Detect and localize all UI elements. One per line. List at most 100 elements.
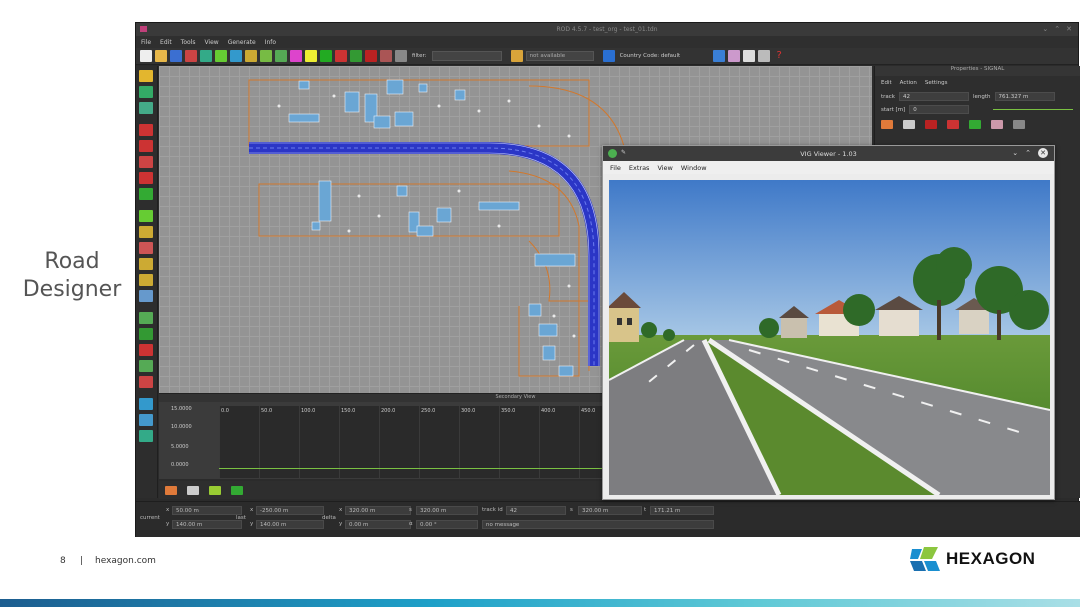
signal-type-icon[interactable] bbox=[947, 120, 959, 129]
superelevation-tool-icon[interactable] bbox=[290, 50, 302, 62]
tree-tool-icon[interactable] bbox=[350, 50, 362, 62]
lane-section-icon[interactable] bbox=[139, 210, 153, 222]
spiral-tool-icon[interactable] bbox=[139, 140, 153, 152]
footer-url[interactable]: hexagon.com bbox=[95, 556, 156, 566]
vig-maximize-icon[interactable]: ⌃ bbox=[1025, 149, 1031, 157]
vegetation-icon[interactable] bbox=[139, 328, 153, 340]
availability-field[interactable]: not available bbox=[525, 51, 594, 61]
zoom-fit-icon[interactable] bbox=[139, 274, 153, 286]
delta-y-field[interactable]: 0.00 m bbox=[345, 520, 411, 529]
tunnel-icon[interactable] bbox=[395, 50, 407, 62]
lane-tool-icon[interactable] bbox=[215, 50, 227, 62]
current-y-field[interactable]: 140.00 m bbox=[172, 520, 242, 529]
circle-tool-icon[interactable] bbox=[139, 124, 153, 136]
select-tool-icon[interactable] bbox=[139, 70, 153, 82]
menu-generate[interactable]: Generate bbox=[228, 39, 256, 46]
layer-icon[interactable] bbox=[139, 398, 153, 410]
junction-tool-icon[interactable] bbox=[230, 50, 242, 62]
shape-tool-icon[interactable] bbox=[275, 50, 287, 62]
signal-type-icon[interactable] bbox=[1013, 120, 1025, 129]
start-slider[interactable] bbox=[993, 109, 1074, 110]
delta-x-field[interactable]: 320.00 m bbox=[345, 506, 411, 515]
signal-type-icon[interactable] bbox=[881, 120, 893, 129]
tab-shape-icon[interactable] bbox=[231, 485, 243, 495]
props-menu-edit[interactable]: Edit bbox=[881, 80, 892, 86]
zoom-in-icon[interactable] bbox=[139, 242, 153, 254]
help-icon[interactable]: ? bbox=[773, 50, 785, 62]
hexagon-logo-text: HEXAGON bbox=[946, 549, 1036, 568]
tab-crossfall-icon[interactable] bbox=[209, 485, 221, 495]
terrain-icon[interactable] bbox=[139, 414, 153, 426]
signal-type-icon[interactable] bbox=[903, 120, 915, 129]
curve-tool-icon[interactable] bbox=[139, 156, 153, 168]
vig-menu-extras[interactable]: Extras bbox=[629, 164, 650, 172]
cone-icon[interactable] bbox=[380, 50, 392, 62]
filter-input[interactable] bbox=[431, 51, 502, 61]
globe-icon[interactable] bbox=[713, 50, 726, 62]
signal-place-icon[interactable] bbox=[139, 360, 153, 372]
vig-menu-view[interactable]: View bbox=[657, 164, 672, 172]
document-icon[interactable] bbox=[758, 50, 771, 62]
flag-icon[interactable] bbox=[139, 344, 153, 356]
delta-angle-field[interactable]: 0.00 ° bbox=[416, 520, 478, 529]
vig-close-icon[interactable]: ✕ bbox=[1038, 148, 1048, 158]
export-icon[interactable] bbox=[185, 50, 197, 62]
bridge-tool-icon[interactable] bbox=[335, 50, 347, 62]
tab-superelevation-icon[interactable] bbox=[187, 485, 199, 495]
new-file-icon[interactable] bbox=[140, 50, 152, 62]
vig-minimize-icon[interactable]: ⌄ bbox=[1012, 149, 1018, 157]
map-icon[interactable] bbox=[139, 430, 153, 442]
marker-icon[interactable] bbox=[139, 376, 153, 388]
last-x-field[interactable]: -250.00 m bbox=[256, 506, 324, 515]
open-folder-icon[interactable] bbox=[155, 50, 167, 62]
link-icon[interactable] bbox=[510, 50, 523, 62]
country-code-select[interactable]: Country Code: default bbox=[620, 53, 681, 59]
signal-type-icon[interactable] bbox=[969, 120, 981, 129]
road-tool-icon[interactable] bbox=[200, 50, 212, 62]
signal-type-icon[interactable] bbox=[925, 120, 937, 129]
length-field[interactable]: 761.327 m bbox=[994, 92, 1055, 101]
props-menu-settings[interactable]: Settings bbox=[925, 80, 948, 86]
current-x-field[interactable]: 50.00 m bbox=[172, 506, 242, 515]
zoom-out-icon[interactable] bbox=[139, 258, 153, 270]
line-tool-icon[interactable] bbox=[139, 86, 153, 98]
cluster-icon[interactable] bbox=[728, 50, 741, 62]
tab-elevation-icon[interactable] bbox=[165, 485, 177, 495]
signal-type-icon[interactable] bbox=[991, 120, 1003, 129]
elevation-tool-icon[interactable] bbox=[260, 50, 272, 62]
vig-menu-window[interactable]: Window bbox=[681, 164, 707, 172]
t-field[interactable]: 171.21 m bbox=[650, 506, 714, 515]
measure-icon[interactable] bbox=[139, 290, 153, 302]
search-icon[interactable] bbox=[139, 226, 153, 238]
connect-tool-icon[interactable] bbox=[139, 188, 153, 200]
maximize-icon[interactable]: ⌃ bbox=[1054, 25, 1060, 33]
menu-view[interactable]: View bbox=[204, 39, 218, 46]
poly-tool-icon[interactable] bbox=[139, 172, 153, 184]
track-id-field[interactable]: 42 bbox=[506, 506, 566, 515]
arc-tool-icon[interactable] bbox=[139, 102, 153, 114]
vig-viewer-window: ✎ VIG Viewer - 1.03 ⌄ ⌃ ✕ File Extras Vi… bbox=[602, 145, 1055, 500]
save-icon[interactable] bbox=[170, 50, 182, 62]
object-place-icon[interactable] bbox=[139, 312, 153, 324]
menu-info[interactable]: Info bbox=[265, 39, 276, 46]
3d-road-scene[interactable] bbox=[609, 180, 1050, 495]
grid-icon[interactable] bbox=[743, 50, 756, 62]
object-tool-icon[interactable] bbox=[320, 50, 332, 62]
start-field[interactable]: 0 bbox=[909, 105, 970, 114]
menu-file[interactable]: File bbox=[141, 39, 151, 46]
pin-icon[interactable]: ✎ bbox=[621, 149, 626, 156]
track-select[interactable]: 42 bbox=[899, 92, 969, 101]
minimize-icon[interactable]: ⌄ bbox=[1042, 25, 1048, 33]
signal-tool-icon[interactable] bbox=[305, 50, 317, 62]
traffic-sign-icon[interactable] bbox=[365, 50, 377, 62]
props-menu-action[interactable]: Action bbox=[900, 80, 917, 86]
vig-menu-file[interactable]: File bbox=[610, 164, 621, 172]
crossfall-tool-icon[interactable] bbox=[245, 50, 257, 62]
slide: Road Designer ROD 4.5.7 - test_org - tes… bbox=[0, 0, 1080, 607]
delta-s-field[interactable]: 320.00 m bbox=[416, 506, 478, 515]
s-field[interactable]: 320.00 m bbox=[578, 506, 642, 515]
menu-tools[interactable]: Tools bbox=[181, 39, 196, 46]
last-y-field[interactable]: 140.00 m bbox=[256, 520, 324, 529]
menu-edit[interactable]: Edit bbox=[160, 39, 172, 46]
close-icon[interactable]: ✕ bbox=[1066, 25, 1072, 33]
